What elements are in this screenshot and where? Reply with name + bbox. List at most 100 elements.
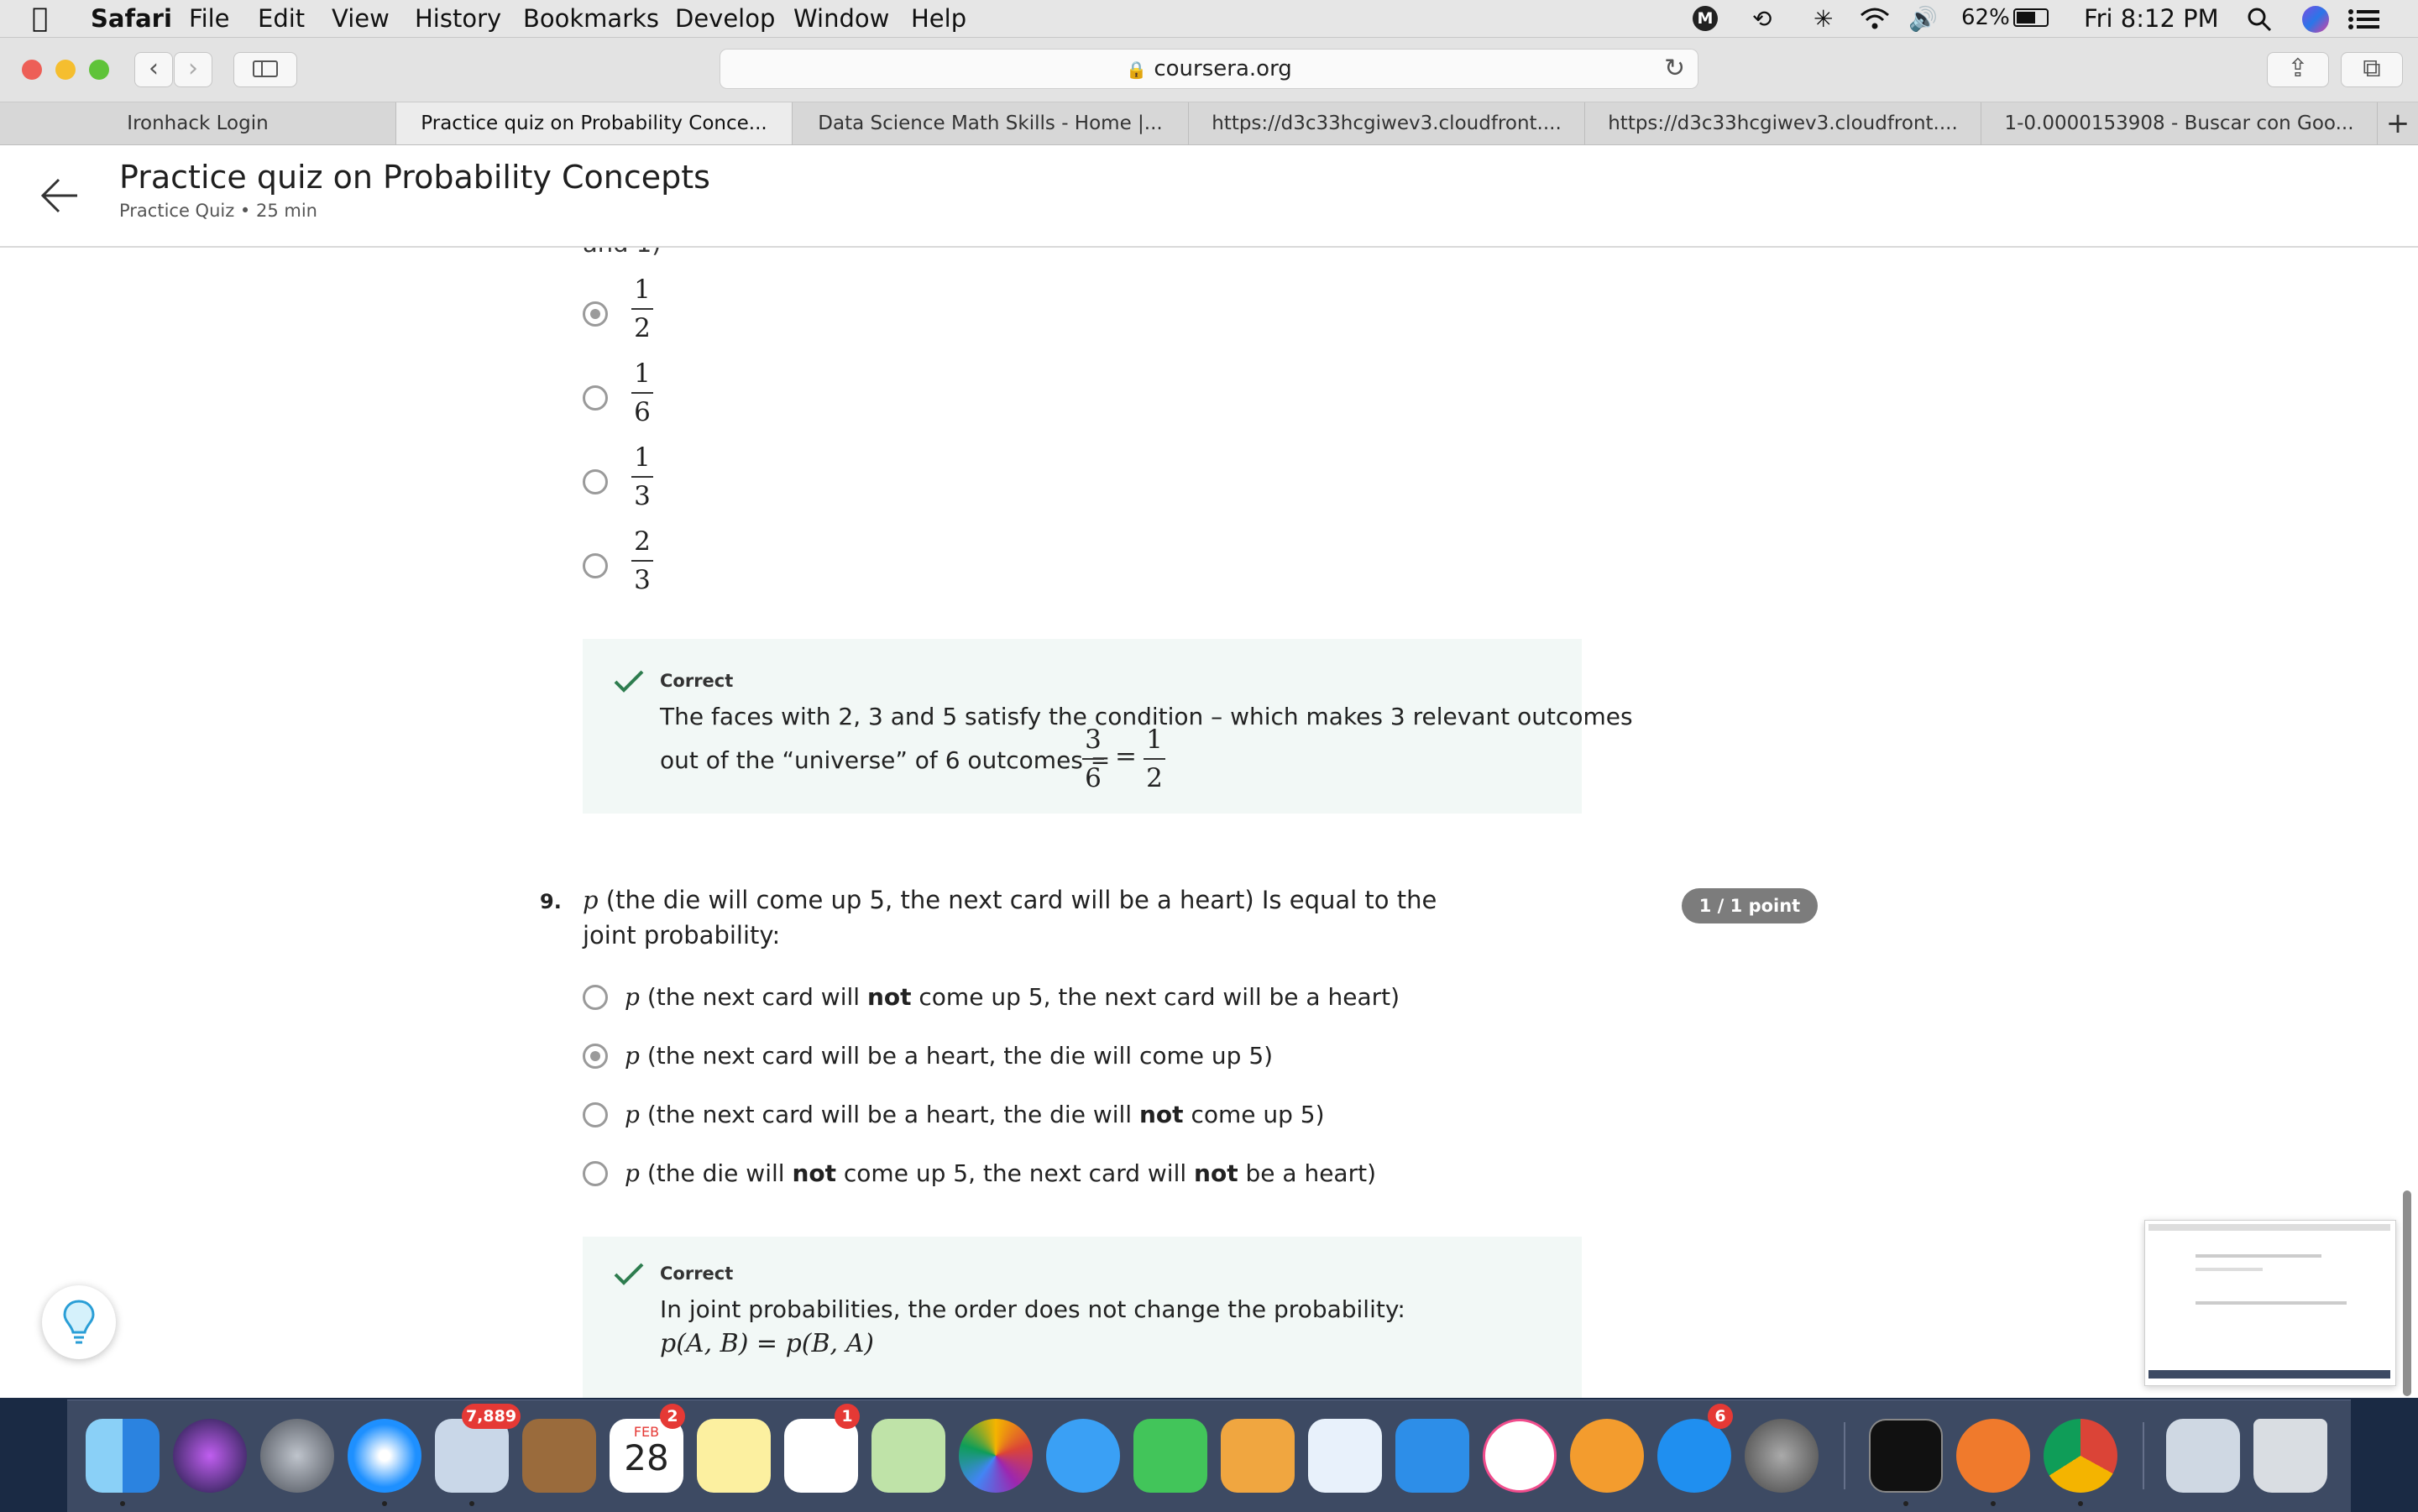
fraction: 36 (1082, 723, 1104, 795)
menu-window[interactable]: Window (793, 4, 889, 33)
menu-develop[interactable]: Develop (675, 4, 775, 33)
dock: 7,889 FEB 28 2 1 6 (67, 1400, 2351, 1512)
forward-nav-icon[interactable]: › (174, 52, 212, 87)
origin-icon[interactable] (1956, 1419, 2030, 1493)
menu-edit[interactable]: Edit (258, 4, 305, 33)
volume-icon[interactable]: 🔊 (1908, 5, 1938, 33)
running-indicator (382, 1501, 387, 1506)
back-nav-icon[interactable]: ‹ (134, 52, 173, 87)
menu-bar:  Safari File Edit View History Bookmark… (0, 0, 2418, 38)
menu-safari[interactable]: Safari (91, 4, 172, 33)
fraction: 13 (631, 441, 653, 513)
mail-icon[interactable] (435, 1419, 509, 1493)
menu-file[interactable]: File (189, 4, 230, 33)
reload-icon[interactable]: ↻ (1664, 54, 1685, 83)
running-indicator (120, 1501, 125, 1506)
system-preferences-icon[interactable] (1745, 1419, 1819, 1493)
tab-cloudfront-1[interactable]: https://d3c33hcgiwev3.cloudfront.... (1189, 102, 1585, 144)
radio-button-selected[interactable] (583, 301, 608, 327)
lock-icon: 🔒 (1126, 60, 1148, 80)
q9-feedback-box: Correct In joint probabilities, the orde… (583, 1237, 1582, 1398)
battery-icon[interactable] (2013, 8, 2049, 27)
question-line-1: p (the die will come up 5, the next card… (583, 886, 1437, 914)
radio-button[interactable] (583, 385, 608, 411)
keynote-icon[interactable] (1395, 1419, 1469, 1493)
q8-feedback-box: Correct The faces with 2, 3 and 5 satisf… (583, 639, 1633, 814)
contacts-icon[interactable] (522, 1419, 596, 1493)
launchpad-icon[interactable] (260, 1419, 334, 1493)
maps-icon[interactable] (871, 1419, 945, 1493)
menu-clock[interactable]: Fri 8:12 PM (2084, 4, 2219, 33)
tab-practice-quiz[interactable]: Practice quiz on Probability Conce... (396, 102, 793, 144)
battery-percent: 62% (1961, 5, 2010, 30)
option-label: p (the next card will be a heart, the di… (625, 1101, 1325, 1128)
checkmark-icon (614, 1263, 644, 1285)
browser-toolbar: ‹ › 🔒 coursera.org ↻ ⇪ ⧉ (0, 38, 2418, 102)
hint-button[interactable] (42, 1285, 116, 1359)
reminders-icon[interactable] (784, 1419, 858, 1493)
pages-icon[interactable] (1221, 1419, 1295, 1493)
thumbnail-line (2196, 1301, 2347, 1305)
radio-button-selected[interactable] (583, 1044, 608, 1069)
points-badge: 1 / 1 point (1682, 888, 1818, 923)
tab-google-search[interactable]: 1-0.0000153908 - Buscar con Goo... (1981, 102, 2378, 144)
radio-button[interactable] (583, 1161, 608, 1186)
trash-icon[interactable] (2253, 1419, 2327, 1493)
equals-sign: = (1115, 741, 1137, 772)
tab-ironhack-login[interactable]: Ironhack Login (0, 102, 396, 144)
radio-button[interactable] (583, 469, 608, 494)
calendar-icon[interactable]: FEB 28 (610, 1419, 683, 1493)
thumbnail-line (2196, 1254, 2321, 1258)
tab-cloudfront-2[interactable]: https://d3c33hcgiwev3.cloudfront.... (1585, 102, 1981, 144)
radio-button[interactable] (583, 553, 608, 578)
scrollbar-thumb[interactable] (2403, 1190, 2411, 1396)
chrome-icon[interactable] (2044, 1419, 2117, 1493)
mail-badge: 7,889 (462, 1404, 521, 1429)
reminders-badge: 1 (835, 1404, 860, 1429)
radio-button[interactable] (583, 1102, 608, 1127)
zoom-window-icon[interactable] (89, 60, 109, 80)
wifi-icon[interactable] (1859, 7, 1891, 30)
menu-help[interactable]: Help (911, 4, 966, 33)
safari-dock-icon[interactable] (348, 1419, 421, 1493)
sidebar-toggle-icon[interactable] (233, 52, 297, 87)
address-bar[interactable]: 🔒 coursera.org (720, 49, 1698, 89)
time-machine-icon[interactable]: ⟲ (1752, 5, 1772, 33)
menu-view[interactable]: View (332, 4, 390, 33)
photos-icon[interactable] (959, 1419, 1033, 1493)
apple-menu-icon[interactable]:  (32, 2, 48, 34)
radio-button[interactable] (583, 985, 608, 1010)
feedback-line-2: out of the “universe” of 6 outcomes = (660, 746, 1111, 774)
malwarebytes-icon[interactable]: M (1693, 6, 1718, 31)
menu-bookmarks[interactable]: Bookmarks (523, 4, 659, 33)
itunes-icon[interactable] (1483, 1419, 1557, 1493)
thumbnail-line (2196, 1268, 2263, 1271)
calendar-day: 28 (624, 1437, 669, 1478)
bluetooth-icon[interactable]: ✳ (1814, 5, 1833, 33)
url-text: coursera.org (1154, 56, 1292, 81)
show-tabs-icon[interactable]: ⧉ (2341, 52, 2403, 87)
spotlight-search-icon[interactable] (2247, 7, 2272, 32)
notes-icon[interactable] (697, 1419, 771, 1493)
page-thumbnail[interactable] (2144, 1220, 2396, 1386)
terminal-icon[interactable] (1869, 1419, 1943, 1493)
menu-history[interactable]: History (415, 4, 501, 33)
messages-icon[interactable] (1046, 1419, 1120, 1493)
minimize-window-icon[interactable] (55, 60, 76, 80)
finder-icon[interactable] (86, 1419, 160, 1493)
tab-data-science-math[interactable]: Data Science Math Skills - Home |... (793, 102, 1189, 144)
feedback-label: Correct (660, 1263, 734, 1284)
books-icon[interactable] (1570, 1419, 1644, 1493)
share-icon[interactable]: ⇪ (2267, 52, 2329, 87)
close-window-icon[interactable] (22, 60, 42, 80)
numbers-icon[interactable] (1308, 1419, 1382, 1493)
siri-icon[interactable] (2302, 6, 2329, 33)
back-arrow-icon[interactable] (40, 177, 79, 214)
siri-dock-icon[interactable] (173, 1419, 247, 1493)
downloads-folder-icon[interactable] (2166, 1419, 2240, 1493)
app-store-icon[interactable] (1657, 1419, 1731, 1493)
feedback-formula: p(A, B) = p(B, A) (660, 1329, 874, 1358)
new-tab-button[interactable]: + (2378, 102, 2418, 144)
notification-center-icon[interactable] (2347, 8, 2381, 31)
facetime-icon[interactable] (1133, 1419, 1207, 1493)
